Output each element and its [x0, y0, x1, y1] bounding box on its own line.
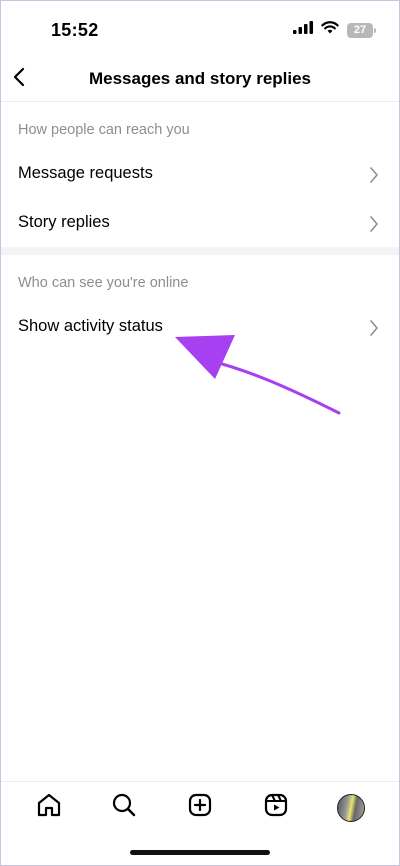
chevron-right-icon: [369, 215, 379, 233]
story-replies-label: Story replies: [18, 213, 110, 231]
battery-icon: 27: [347, 22, 376, 38]
status-time: 15:52: [51, 20, 99, 40]
phone-screen: 15:52 27 Messages and story replies How …: [0, 0, 400, 866]
show-activity-status-row[interactable]: Show activity status: [1, 304, 399, 352]
bottom-tab-bar: [1, 781, 399, 833]
reels-icon: [263, 792, 289, 823]
status-icons: 27: [293, 21, 376, 39]
home-indicator: [130, 850, 270, 855]
tab-home[interactable]: [29, 788, 69, 828]
chevron-right-icon: [369, 166, 379, 184]
section-heading-online: Who can see you're online: [18, 275, 189, 291]
page-title: Messages and story replies: [88, 69, 312, 88]
message-requests-row[interactable]: Message requests: [1, 151, 399, 199]
wifi-icon: [321, 21, 339, 39]
show-activity-status-label: Show activity status: [18, 317, 163, 335]
signal-icon: [293, 21, 313, 39]
search-icon: [111, 792, 137, 823]
status-bar: 15:52 27: [1, 1, 399, 57]
tab-create[interactable]: [180, 788, 220, 828]
tab-search[interactable]: [104, 788, 144, 828]
create-icon: [187, 792, 213, 823]
profile-avatar: [337, 793, 366, 822]
tab-profile[interactable]: [331, 788, 371, 828]
section-divider: [1, 247, 399, 255]
nav-header: Messages and story replies: [1, 57, 399, 102]
message-requests-label: Message requests: [18, 164, 153, 182]
tab-reels[interactable]: [256, 788, 296, 828]
chevron-right-icon: [369, 319, 379, 337]
section-heading-reach: How people can reach you: [18, 122, 190, 138]
home-icon: [36, 792, 62, 823]
story-replies-row[interactable]: Story replies: [1, 200, 399, 248]
